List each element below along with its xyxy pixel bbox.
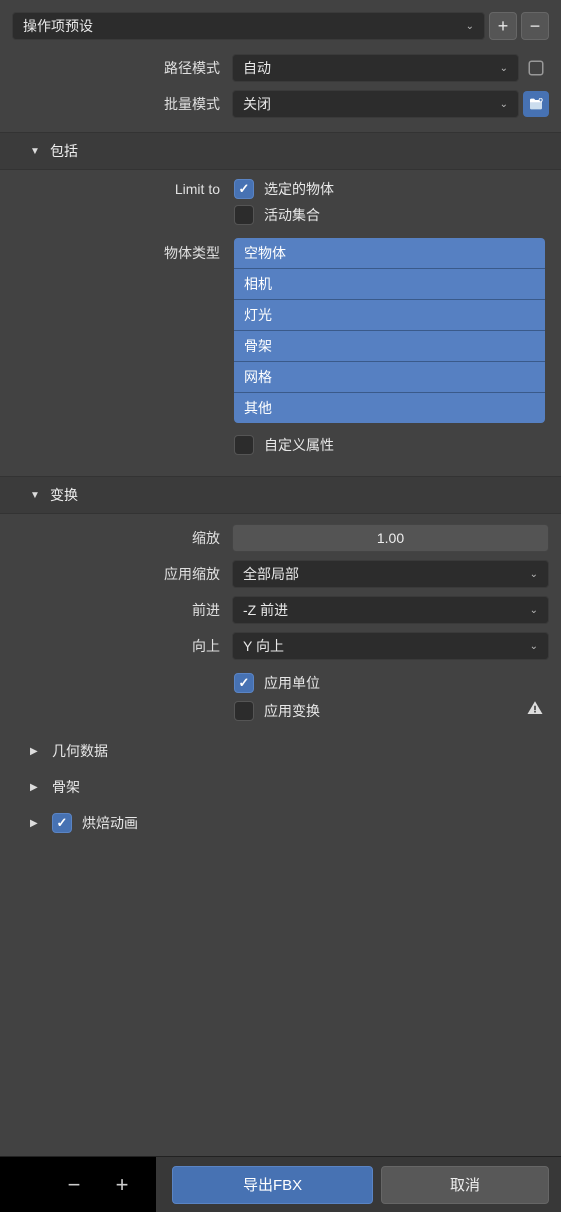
- cancel-button[interactable]: 取消: [381, 1166, 549, 1204]
- triangle-right-icon: ▶: [30, 782, 42, 793]
- batch-mode-select[interactable]: 关闭 ⌄: [232, 90, 519, 118]
- up-label: 向上: [0, 636, 228, 656]
- apply-scale-label: 应用缩放: [0, 564, 228, 584]
- preset-select[interactable]: 操作项预设 ⌄: [12, 12, 485, 40]
- apply-transform-checkbox[interactable]: [234, 701, 254, 721]
- section-bake-anim-title: 烘焙动画: [82, 813, 138, 833]
- batch-own-dir-toggle[interactable]: [523, 91, 549, 117]
- apply-unit-checkbox[interactable]: [234, 673, 254, 693]
- scale-value: 1.00: [377, 530, 404, 546]
- section-geometry-title: 几何数据: [52, 741, 108, 761]
- zoom-out-button[interactable]: −: [60, 1172, 88, 1198]
- object-type-armature[interactable]: 骨架: [234, 331, 545, 362]
- preset-add-button[interactable]: +: [489, 12, 517, 40]
- chevron-down-icon: ⌄: [500, 63, 508, 74]
- embed-textures-toggle[interactable]: [523, 55, 549, 81]
- chevron-down-icon: ⌄: [466, 21, 474, 32]
- batch-mode-label: 批量模式: [0, 94, 228, 114]
- object-type-mesh[interactable]: 网格: [234, 362, 545, 393]
- triangle-down-icon: ▼: [30, 490, 42, 501]
- forward-value: -Z 前进: [243, 600, 288, 620]
- object-types-label: 物体类型: [0, 238, 228, 263]
- active-collection-label: 活动集合: [264, 205, 549, 225]
- selected-objects-checkbox[interactable]: [234, 179, 254, 199]
- scale-label: 缩放: [0, 528, 228, 548]
- forward-select[interactable]: -Z 前进 ⌄: [232, 596, 549, 624]
- section-transform-title: 变换: [50, 485, 78, 505]
- path-mode-value: 自动: [243, 58, 271, 78]
- export-fbx-label: 导出FBX: [243, 1174, 302, 1195]
- chevron-down-icon: ⌄: [530, 641, 538, 652]
- up-select[interactable]: Y 向上 ⌄: [232, 632, 549, 660]
- export-fbx-button[interactable]: 导出FBX: [172, 1166, 373, 1204]
- custom-props-label: 自定义属性: [264, 435, 549, 455]
- path-mode-select[interactable]: 自动 ⌄: [232, 54, 519, 82]
- active-collection-checkbox[interactable]: [234, 205, 254, 225]
- selected-objects-label: 选定的物体: [264, 179, 549, 199]
- preset-label: 操作项预设: [23, 16, 93, 36]
- custom-props-checkbox[interactable]: [234, 435, 254, 455]
- triangle-right-icon: ▶: [30, 746, 42, 757]
- zoom-in-button[interactable]: +: [108, 1172, 136, 1198]
- chevron-down-icon: ⌄: [530, 569, 538, 580]
- object-type-other[interactable]: 其他: [234, 393, 545, 423]
- footer: − + 导出FBX 取消: [0, 1156, 561, 1212]
- footer-left: − +: [0, 1157, 156, 1212]
- cancel-label: 取消: [450, 1174, 480, 1195]
- apply-scale-value: 全部局部: [243, 564, 299, 584]
- section-bake-anim-header[interactable]: ▶ 烘焙动画: [0, 805, 561, 841]
- batch-mode-value: 关闭: [243, 94, 271, 114]
- section-geometry-header[interactable]: ▶ 几何数据: [0, 733, 561, 769]
- apply-transform-label: 应用变换: [264, 701, 515, 721]
- section-armature-header[interactable]: ▶ 骨架: [0, 769, 561, 805]
- up-value: Y 向上: [243, 636, 284, 656]
- section-transform-header[interactable]: ▼ 变换: [0, 476, 561, 514]
- section-include-header[interactable]: ▼ 包括: [0, 132, 561, 170]
- section-include-title: 包括: [50, 141, 78, 161]
- limit-to-label: Limit to: [0, 181, 228, 197]
- path-mode-label: 路径模式: [0, 58, 228, 78]
- object-type-empty[interactable]: 空物体: [234, 238, 545, 269]
- preset-remove-button[interactable]: −: [521, 12, 549, 40]
- scale-field[interactable]: 1.00: [232, 524, 549, 552]
- bake-anim-checkbox[interactable]: [52, 813, 72, 833]
- triangle-down-icon: ▼: [30, 146, 42, 157]
- triangle-right-icon: ▶: [30, 818, 42, 829]
- chevron-down-icon: ⌄: [500, 99, 508, 110]
- object-type-light[interactable]: 灯光: [234, 300, 545, 331]
- forward-label: 前进: [0, 600, 228, 620]
- chevron-down-icon: ⌄: [530, 605, 538, 616]
- apply-unit-label: 应用单位: [264, 673, 549, 693]
- warning-icon: [521, 699, 549, 722]
- object-type-camera[interactable]: 相机: [234, 269, 545, 300]
- section-armature-title: 骨架: [52, 777, 80, 797]
- apply-scale-select[interactable]: 全部局部 ⌄: [232, 560, 549, 588]
